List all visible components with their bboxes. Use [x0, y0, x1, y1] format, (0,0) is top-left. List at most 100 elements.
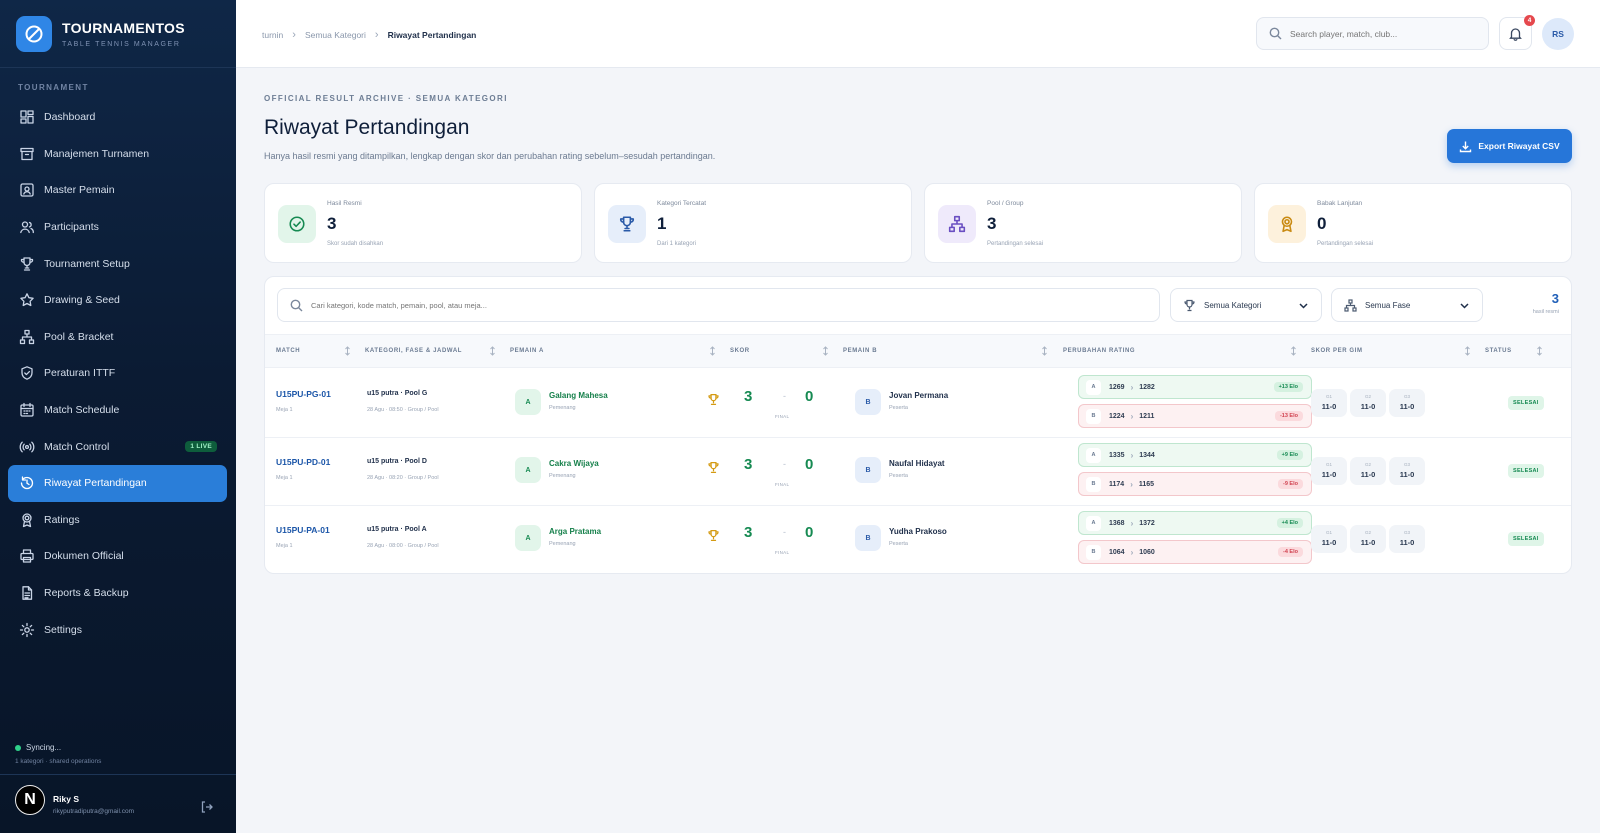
sidebar-item-pool-bracket[interactable]: Pool & Bracket — [8, 319, 227, 356]
player-b-name[interactable]: Naufal Hidayat — [889, 459, 945, 468]
chevron-down-icon — [1460, 302, 1469, 309]
sidebar-item-label: Dashboard — [44, 111, 96, 124]
user-avatar[interactable]: N — [15, 785, 45, 815]
notification-button[interactable]: 4 — [1499, 15, 1535, 50]
table-header: MATCH KATEGORI, FASE & JADWAL PEMAIN A SKOR… — [265, 334, 1571, 368]
sidebar-item-tournament-setup[interactable]: Tournament Setup — [8, 245, 227, 282]
sidebar-item-settings[interactable]: Settings — [8, 611, 227, 648]
fase-select[interactable]: Semua Fase — [1331, 288, 1483, 322]
rating-change-a: A 1335 › 1344 +9 Elo — [1078, 443, 1312, 467]
broadcast-icon — [19, 441, 35, 453]
trophy-icon — [20, 257, 34, 271]
sidebar-item-drawing-seed[interactable]: Drawing & Seed — [8, 282, 227, 319]
game-score-value: 11-0 — [1321, 470, 1337, 479]
sidebar-item-match-schedule[interactable]: Match Schedule — [8, 392, 227, 429]
match-schedule: 28 Agu · 08:20 · Group / Pool — [367, 475, 439, 481]
results-search[interactable] — [277, 288, 1160, 322]
kategori-select[interactable]: Semua Kategori — [1170, 288, 1322, 322]
brand[interactable]: TOURNAMENTOS TABLE TENNIS MANAGER — [16, 16, 185, 52]
table-row[interactable]: U15PU-PG-01 Meja 1 u15 putra · Pool G 28 Ag… — [265, 369, 1571, 438]
user-email: rikyputradiputra@gmail.com — [53, 808, 135, 815]
sort-icon[interactable] — [344, 346, 351, 356]
game-score: G1 11-0 — [1311, 457, 1347, 485]
table-row[interactable]: U15PU-PD-01 Meja 1 u15 putra · Pool D 28 Ag… — [265, 437, 1571, 506]
game-label: G2 — [1364, 462, 1371, 467]
divider — [0, 67, 236, 68]
sidebar-item-match-control[interactable]: Match Control 1 LIVE — [8, 428, 227, 465]
sidebar-item-participants[interactable]: Participants — [8, 209, 227, 246]
column-header[interactable]: MATCH — [276, 348, 300, 354]
breadcrumb: turnin › Semua Kategori › Riwayat Pertan… — [262, 29, 476, 41]
column-header[interactable]: PEMAIN B — [843, 348, 877, 354]
global-search[interactable] — [1256, 17, 1489, 50]
sidebar-item-manajemen-turnamen[interactable]: Manajemen Turnamen — [8, 136, 227, 173]
sort-icon[interactable] — [822, 346, 829, 356]
topbar: turnin › Semua Kategori › Riwayat Pertan… — [236, 0, 1600, 68]
sort-icon[interactable] — [709, 346, 716, 356]
player-a-name[interactable]: Arga Pratama — [549, 527, 601, 536]
chevron-down-icon — [1299, 302, 1308, 309]
score-label: FINAL — [775, 550, 790, 555]
sync-detail: 1 kategori · shared operations — [15, 758, 102, 765]
player-a-role: Pemenang — [549, 405, 576, 411]
trophy-icon — [620, 216, 634, 232]
match-schedule: 28 Agu · 08:00 · Group / Pool — [367, 543, 439, 549]
trophy-icon — [1184, 299, 1195, 311]
kategori-select-value: Semua Kategori — [1204, 300, 1262, 310]
score-label: FINAL — [775, 482, 790, 487]
column-header[interactable]: SKOR — [730, 348, 750, 354]
sidebar-item-label: Pool & Bracket — [44, 330, 114, 343]
chevron-right-icon: › — [1130, 411, 1134, 421]
column-header[interactable]: STATUS — [1485, 348, 1512, 354]
sort-icon[interactable] — [1464, 346, 1471, 356]
rating-change-a: A 1269 › 1282 +13 Elo — [1078, 375, 1312, 399]
sort-icon[interactable] — [1290, 346, 1297, 356]
nav-section-title: TOURNAMENT — [18, 83, 89, 92]
sidebar-item-dokumen-official[interactable]: Dokumen Official — [8, 538, 227, 575]
export-csv-button[interactable]: Export Riwayat CSV — [1447, 129, 1572, 163]
results-search-input[interactable] — [311, 300, 1111, 310]
player-a-name[interactable]: Galang Mahesa — [549, 391, 608, 400]
column-header[interactable]: PERUBAHAN RATING — [1063, 348, 1135, 354]
sidebar-item-dashboard[interactable]: Dashboard — [8, 99, 227, 136]
match-table: Meja 1 — [276, 407, 293, 413]
logo-icon — [16, 16, 52, 52]
network-icon — [19, 329, 35, 345]
logout-icon[interactable] — [200, 800, 214, 814]
match-category: u15 putra · Pool A — [367, 526, 427, 533]
table-row[interactable]: U15PU-PA-01 Meja 1 u15 putra · Pool A 28 Ag… — [265, 505, 1571, 573]
global-search-input[interactable] — [1290, 28, 1470, 39]
sidebar-item-reports-backup[interactable]: Reports & Backup — [8, 575, 227, 612]
stat-card: Babak Lanjutan 0 Pertandingan selesai — [1254, 183, 1572, 263]
score-b: 0 — [805, 456, 814, 473]
sort-icon[interactable] — [489, 346, 496, 356]
sidebar-item-master-pemain[interactable]: Master Pemain — [8, 172, 227, 209]
profile-avatar[interactable]: RS — [1542, 18, 1574, 50]
column-header[interactable]: KATEGORI, FASE & JADWAL — [365, 348, 462, 354]
sidebar-item-riwayat-pertandingan[interactable]: Riwayat Pertandingan — [8, 464, 227, 502]
sidebar-item-label: Dokumen Official — [44, 550, 124, 563]
column-header[interactable]: SKOR PER GIM — [1311, 348, 1363, 354]
sidebar-item-ratings[interactable]: Ratings — [8, 502, 227, 539]
match-code[interactable]: U15PU-PG-01 — [276, 389, 331, 399]
printer-icon — [20, 549, 34, 564]
breadcrumb-item[interactable]: Semua Kategori — [305, 30, 366, 40]
bell-icon — [1509, 28, 1522, 41]
player-b-name[interactable]: Yudha Prakoso — [889, 527, 947, 536]
player-a-name[interactable]: Cakra Wijaya — [549, 459, 599, 468]
player-b-name[interactable]: Jovan Permana — [889, 391, 948, 400]
id-card-icon — [20, 183, 34, 198]
match-code[interactable]: U15PU-PD-01 — [276, 457, 330, 467]
rating-delta: -13 Elo — [1274, 411, 1303, 421]
match-schedule: 28 Agu · 08:50 · Group / Pool — [367, 407, 439, 413]
match-category: u15 putra · Pool D — [367, 458, 427, 465]
score-a: 3 — [744, 456, 753, 473]
sidebar-item-peraturan-ittf[interactable]: Peraturan ITTF — [8, 355, 227, 392]
chevron-right-icon: › — [1130, 547, 1134, 557]
sort-icon[interactable] — [1041, 346, 1048, 356]
column-header[interactable]: PEMAIN A — [510, 348, 544, 354]
match-code[interactable]: U15PU-PA-01 — [276, 525, 330, 535]
breadcrumb-item[interactable]: turnin — [262, 30, 283, 40]
sort-icon[interactable] — [1536, 346, 1543, 356]
rating-change-b: B 1064 › 1060 -4 Elo — [1078, 540, 1312, 564]
